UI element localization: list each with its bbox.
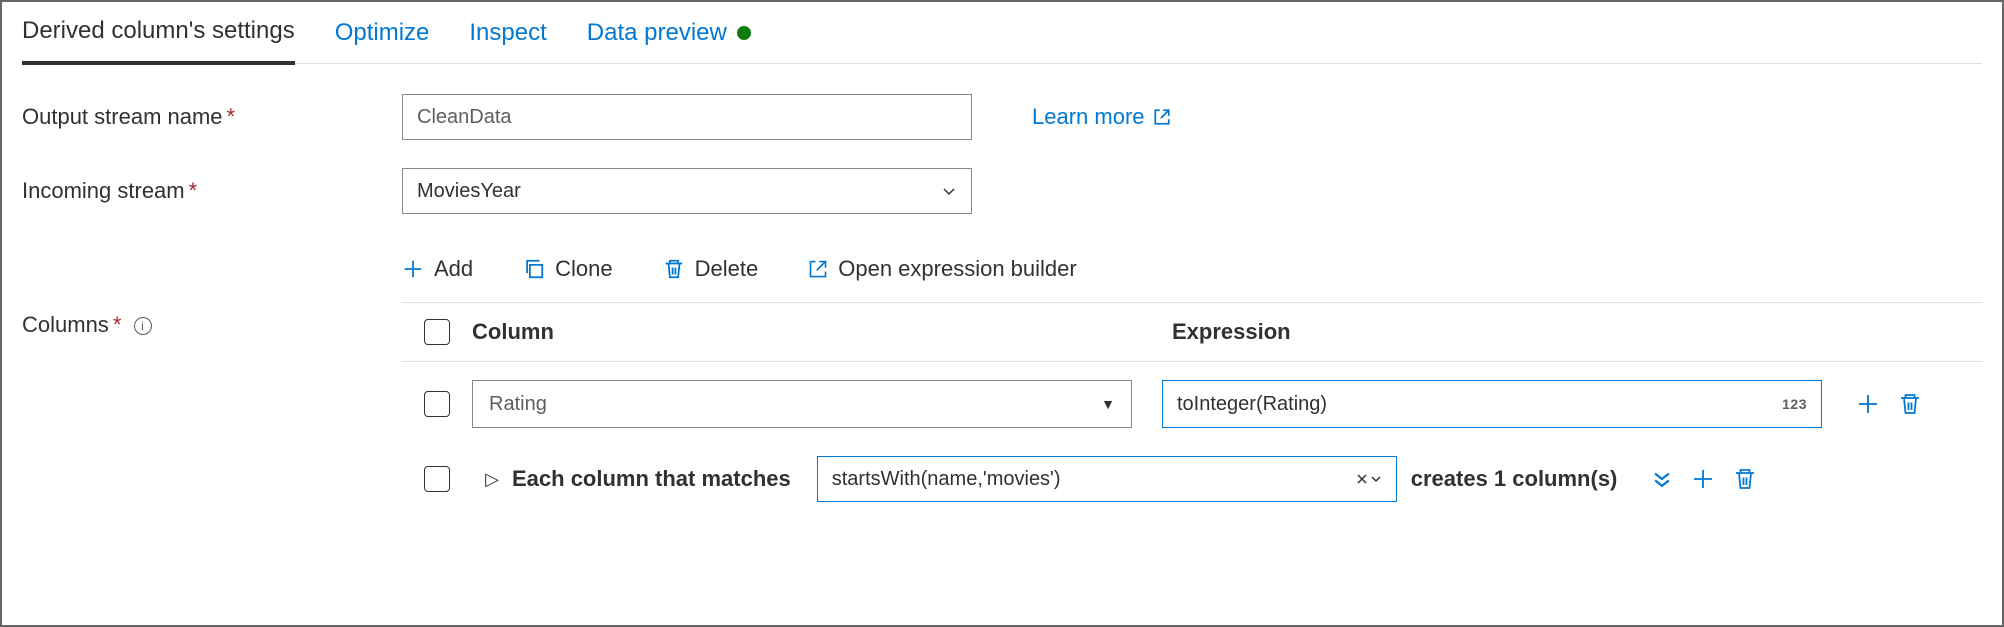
expression-header: Expression — [1172, 319, 1982, 345]
tabs-bar: Derived column's settings Optimize Inspe… — [22, 2, 1982, 64]
row-checkbox[interactable] — [424, 466, 450, 492]
expand-toggle[interactable]: ▷ — [472, 469, 512, 490]
table-row: Rating ▼ toInteger(Rating) 123 — [402, 362, 1982, 446]
chevron-down-icon — [941, 183, 957, 199]
pattern-row: ▷ Each column that matches startsWith(na… — [402, 446, 1982, 512]
output-stream-label: Output stream name* — [22, 104, 402, 130]
delete-button[interactable]: Delete — [663, 256, 759, 282]
expand-all-button[interactable] — [1651, 468, 1673, 490]
external-link-icon — [808, 259, 828, 279]
trash-icon — [1898, 392, 1922, 416]
select-all-checkbox[interactable] — [424, 319, 450, 345]
output-stream-input[interactable] — [402, 94, 972, 140]
caret-down-icon: ▼ — [1101, 396, 1115, 412]
tab-data-preview-label: Data preview — [587, 19, 727, 47]
expression-input[interactable]: toInteger(Rating) 123 — [1162, 380, 1822, 428]
pattern-expression-input[interactable]: startsWith(name,'movies') — [817, 456, 1397, 502]
external-link-icon — [1153, 108, 1171, 126]
delete-row-button[interactable] — [1898, 392, 1922, 416]
column-header: Column — [472, 319, 1172, 345]
double-chevron-icon — [1651, 468, 1673, 490]
open-expression-builder-button[interactable]: Open expression builder — [808, 256, 1076, 282]
plus-icon — [1691, 467, 1715, 491]
trash-icon — [663, 258, 685, 280]
trash-icon — [1733, 467, 1757, 491]
clear-dropdown-icon[interactable] — [1356, 473, 1382, 485]
columns-label: Columns* i — [22, 242, 402, 512]
plus-icon — [1856, 392, 1880, 416]
column-name-select[interactable]: Rating ▼ — [472, 380, 1132, 428]
tab-optimize[interactable]: Optimize — [335, 5, 430, 61]
tab-data-preview[interactable]: Data preview — [587, 5, 751, 61]
incoming-stream-label: Incoming stream* — [22, 178, 402, 204]
learn-more-link[interactable]: Learn more — [1032, 104, 1171, 130]
status-dot-icon — [737, 26, 751, 40]
tab-inspect[interactable]: Inspect — [469, 5, 546, 61]
clone-button[interactable]: Clone — [523, 256, 612, 282]
incoming-stream-select[interactable]: MoviesYear — [402, 168, 972, 214]
row-checkbox[interactable] — [424, 391, 450, 417]
info-icon[interactable]: i — [134, 317, 152, 335]
pattern-prefix-label: Each column that matches — [512, 466, 791, 492]
columns-grid-header: Column Expression — [402, 302, 1982, 362]
columns-toolbar: Add Clone Delete Open expression builder — [402, 242, 1982, 302]
tab-settings[interactable]: Derived column's settings — [22, 3, 295, 65]
add-row-button[interactable] — [1856, 392, 1880, 416]
delete-row-button[interactable] — [1733, 467, 1757, 491]
type-badge: 123 — [1782, 396, 1807, 412]
add-button[interactable]: Add — [402, 256, 473, 282]
pattern-suffix-label: creates 1 column(s) — [1411, 466, 1618, 492]
add-row-button[interactable] — [1691, 467, 1715, 491]
plus-icon — [402, 258, 424, 280]
clone-icon — [523, 258, 545, 280]
